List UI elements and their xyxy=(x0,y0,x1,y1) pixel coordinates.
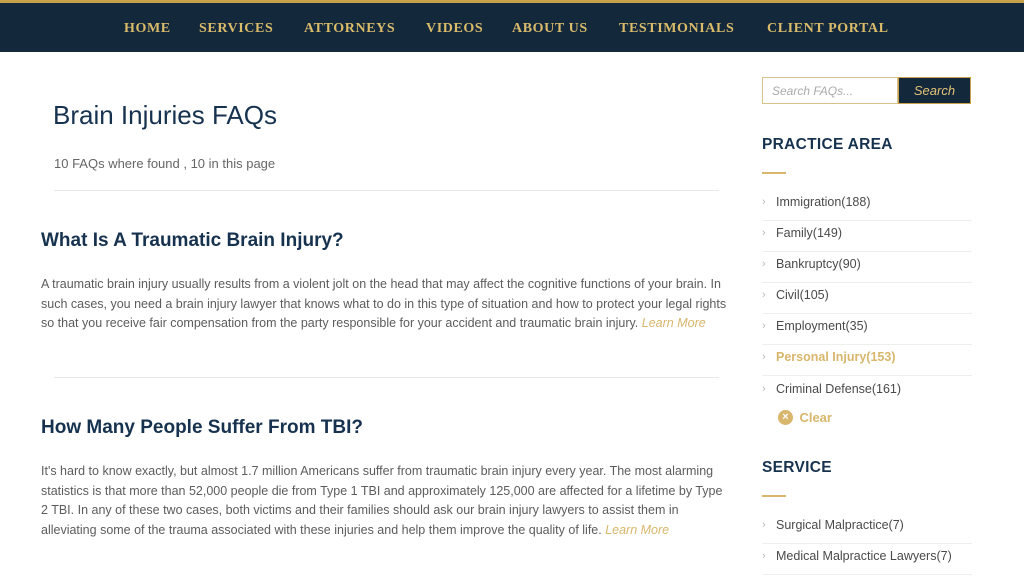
chevron-right-icon: › xyxy=(762,550,766,562)
service-heading: SERVICE xyxy=(762,459,832,476)
service-item-label: Surgical Malpractice(7) xyxy=(776,518,904,532)
practice-item-bankruptcy[interactable]: › Bankruptcy(90) xyxy=(762,252,972,283)
chevron-right-icon: › xyxy=(762,351,766,363)
divider xyxy=(54,377,719,378)
practice-item-label: Civil(105) xyxy=(776,288,829,302)
practice-item-label: Family(149) xyxy=(776,226,842,240)
chevron-right-icon: › xyxy=(762,196,766,208)
faq-answer-text: A traumatic brain injury usually results… xyxy=(41,277,727,330)
nav-client-portal[interactable]: CLIENT PORTAL xyxy=(767,21,889,37)
chevron-right-icon: › xyxy=(762,258,766,270)
chevron-right-icon: › xyxy=(762,519,766,531)
service-item-label: Medical Malpractice Lawyers(7) xyxy=(776,549,952,563)
practice-item-label: Employment(35) xyxy=(776,319,868,333)
practice-item-label: Personal Injury(153) xyxy=(776,350,896,364)
heading-accent xyxy=(762,172,786,174)
practice-item-label: Criminal Defense(161) xyxy=(776,382,902,396)
practice-item-label: Immigration(188) xyxy=(776,195,871,209)
nav-testimonials[interactable]: TESTIMONIALS xyxy=(619,21,734,37)
page-title: Brain Injuries FAQs xyxy=(53,100,277,130)
divider xyxy=(54,190,719,191)
top-navigation-bar: HOME SERVICES ATTORNEYS VIDEOS ABOUT US … xyxy=(0,0,1024,52)
practice-area-heading: PRACTICE AREA xyxy=(762,136,893,153)
nav-about-us[interactable]: ABOUT US xyxy=(512,21,588,37)
practice-item-immigration[interactable]: › Immigration(188) xyxy=(762,190,972,221)
main-nav: HOME SERVICES ATTORNEYS VIDEOS ABOUT US … xyxy=(0,3,1024,52)
practice-item-criminal-defense[interactable]: › Criminal Defense(161) xyxy=(762,377,972,408)
chevron-right-icon: › xyxy=(762,227,766,239)
chevron-right-icon: › xyxy=(762,320,766,332)
practice-item-label: Bankruptcy(90) xyxy=(776,257,861,271)
close-circle-icon: × xyxy=(778,410,793,426)
chevron-right-icon: › xyxy=(762,383,766,395)
faq-answer: It's hard to know exactly, but almost 1.… xyxy=(41,462,731,540)
clear-filter-button[interactable]: × Clear xyxy=(778,409,832,427)
practice-item-civil[interactable]: › Civil(105) xyxy=(762,283,972,314)
service-item-surgical-malpractice[interactable]: › Surgical Malpractice(7) xyxy=(762,513,972,544)
clear-label: Clear xyxy=(799,410,832,426)
nav-services[interactable]: SERVICES xyxy=(199,21,273,37)
search-button[interactable]: Search xyxy=(898,77,971,104)
nav-videos[interactable]: VIDEOS xyxy=(426,21,483,37)
heading-accent xyxy=(762,495,786,497)
practice-item-employment[interactable]: › Employment(35) xyxy=(762,314,972,345)
nav-attorneys[interactable]: ATTORNEYS xyxy=(304,21,395,37)
practice-item-family[interactable]: › Family(149) xyxy=(762,221,972,252)
faq-question[interactable]: How Many People Suffer From TBI? xyxy=(41,417,363,439)
nav-home[interactable]: HOME xyxy=(124,21,171,37)
faq-question[interactable]: What Is A Traumatic Brain Injury? xyxy=(41,230,344,252)
learn-more-link[interactable]: Learn More xyxy=(642,316,706,330)
service-item-medical-malpractice[interactable]: › Medical Malpractice Lawyers(7) xyxy=(762,544,972,575)
faq-count: 10 FAQs where found , 10 in this page xyxy=(54,156,276,171)
search-faqs-input[interactable] xyxy=(762,77,898,104)
page-content: Brain Injuries FAQs 10 FAQs where found … xyxy=(0,52,1024,576)
learn-more-link[interactable]: Learn More xyxy=(605,523,669,537)
chevron-right-icon: › xyxy=(762,289,766,301)
faq-answer: A traumatic brain injury usually results… xyxy=(41,275,731,334)
practice-item-personal-injury[interactable]: › Personal Injury(153) xyxy=(762,345,972,376)
